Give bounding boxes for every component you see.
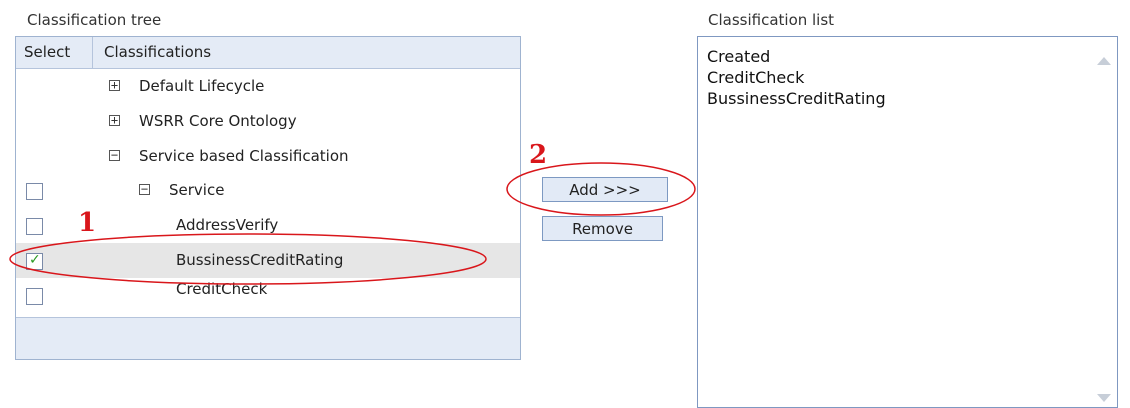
tree-footer <box>16 317 520 359</box>
tree-row-service-based-classification[interactable]: − Service based Classification <box>16 139 520 174</box>
check-icon: ✓ <box>29 252 41 268</box>
select-checkbox-creditcheck[interactable] <box>26 288 43 305</box>
classifications-column-header: Classifications <box>104 43 212 61</box>
tree-row-service[interactable]: − Service <box>16 173 520 208</box>
select-checkbox-addressverify[interactable] <box>26 218 43 235</box>
tree-row-label[interactable]: CreditCheck <box>176 272 267 307</box>
tree-row-label[interactable]: WSRR Core Ontology <box>139 104 297 139</box>
add-button[interactable]: Add >>> <box>542 177 668 202</box>
tree-row-default-lifecycle[interactable]: + Default Lifecycle <box>16 69 520 104</box>
scroll-up-arrow-icon[interactable] <box>1097 57 1111 65</box>
list-items: Created CreditCheck BussinessCreditRatin… <box>707 46 886 109</box>
tree-row-wsrr-core-ontology[interactable]: + WSRR Core Ontology <box>16 104 520 139</box>
tree-row-label[interactable]: Default Lifecycle <box>139 69 264 104</box>
remove-button[interactable]: Remove <box>542 216 663 241</box>
select-column-header: Select <box>24 43 71 61</box>
list-item[interactable]: CreditCheck <box>707 67 886 88</box>
list-item[interactable]: BussinessCreditRating <box>707 88 886 109</box>
expand-icon[interactable]: + <box>109 114 120 126</box>
collapse-icon[interactable]: − <box>109 149 120 161</box>
list-item[interactable]: Created <box>707 46 886 67</box>
header-separator <box>92 37 93 68</box>
tree-row-creditcheck[interactable]: CreditCheck <box>16 278 520 313</box>
classification-list-label: Classification list <box>708 11 835 29</box>
annotation-step-2: 2 <box>529 140 548 170</box>
classification-tree-label: Classification tree <box>27 11 162 29</box>
tree-row-label[interactable]: Service based Classification <box>139 139 349 174</box>
classification-tree: Select Classifications + Default Lifecyc… <box>15 36 521 360</box>
select-checkbox-service[interactable] <box>26 183 43 200</box>
tree-row-label[interactable]: Service <box>169 173 224 208</box>
expand-icon[interactable]: + <box>109 79 120 91</box>
classification-list[interactable]: Created CreditCheck BussinessCreditRatin… <box>697 36 1118 408</box>
select-checkbox-bussinesscreditrating[interactable]: ✓ <box>26 252 43 270</box>
collapse-icon[interactable]: − <box>139 183 150 195</box>
tree-row-bussinesscreditrating[interactable]: ✓ BussinessCreditRating <box>16 243 520 278</box>
scroll-down-arrow-icon[interactable] <box>1097 394 1111 402</box>
tree-header: Select Classifications <box>16 37 520 69</box>
tree-row-label[interactable]: AddressVerify <box>176 208 278 243</box>
annotation-step-1: 1 <box>78 208 97 238</box>
